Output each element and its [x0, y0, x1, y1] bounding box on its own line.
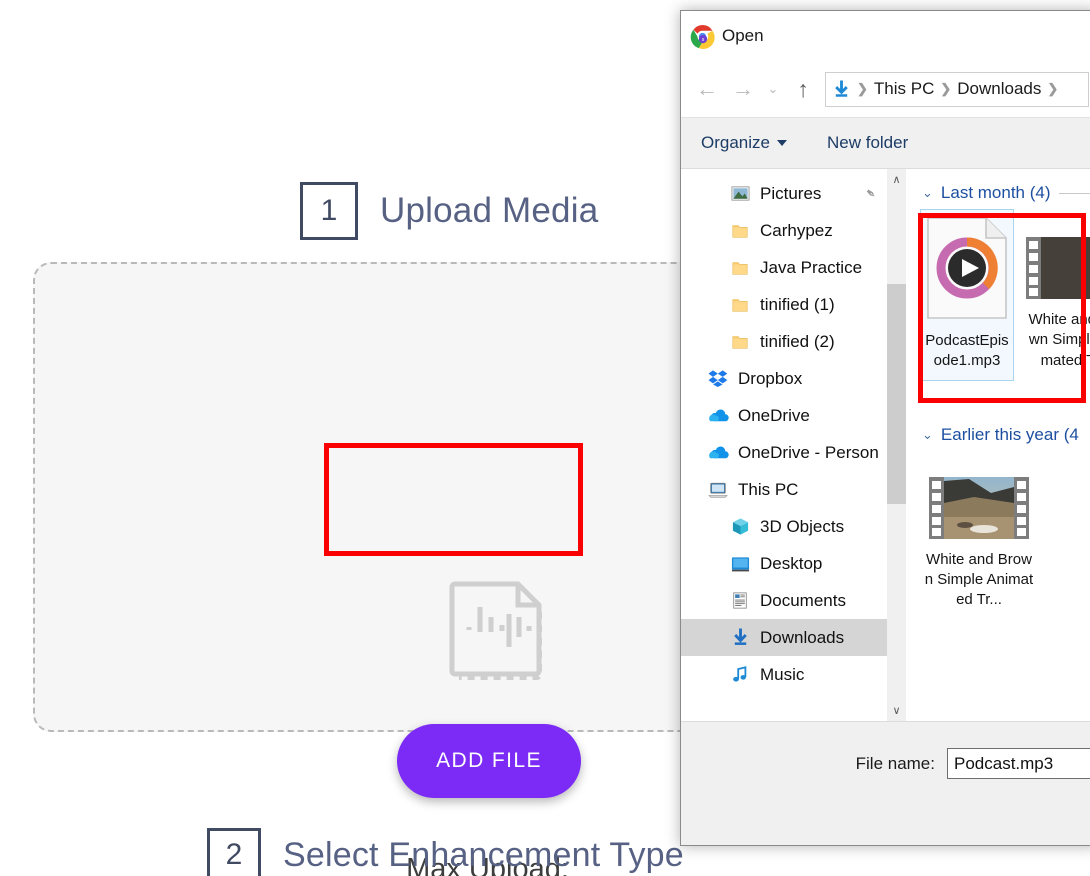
- file-name-label: White and Brown Simple Animated Tr...: [923, 550, 1035, 611]
- breadcrumb-separator: ❯: [857, 81, 868, 97]
- chevron-down-icon: [777, 140, 787, 146]
- file-name-label: File name:: [856, 754, 935, 774]
- dialog-title: Open: [722, 26, 764, 46]
- pin-icon[interactable]: ✒: [861, 184, 880, 203]
- audio-file-icon: [409, 552, 569, 687]
- scrollbar-thumb[interactable]: [887, 284, 906, 504]
- onedrive-icon: [707, 405, 729, 427]
- sidebar-item-desktop[interactable]: Desktop: [681, 545, 887, 582]
- chevron-down-icon: ⌄: [922, 185, 933, 201]
- sidebar-item-label: Downloads: [760, 628, 844, 648]
- folder-icon: [729, 294, 751, 316]
- navigation-pane[interactable]: Pictures ✒ Carhypez Java Practice tinified (…: [681, 169, 887, 721]
- annotation-box-add-file: [324, 443, 583, 556]
- file-grid-earlier: White and Brown Simple Animated Tr...: [916, 471, 1090, 619]
- dropbox-icon: [707, 368, 729, 390]
- scroll-down-icon[interactable]: ∨: [887, 700, 906, 721]
- add-file-button-wrap: ADD FILE: [397, 724, 581, 798]
- sidebar-item-label: Documents: [760, 591, 846, 611]
- file-name-input[interactable]: [947, 748, 1090, 779]
- sidebar-item-label: OneDrive - Person: [738, 443, 879, 463]
- sidebar-item-tinified-1[interactable]: tinified (1): [681, 286, 887, 323]
- sidebar-item-dropbox[interactable]: Dropbox: [681, 360, 887, 397]
- video-film-icon: [929, 477, 1029, 539]
- arrow-right-icon[interactable]: →: [725, 72, 761, 106]
- step-2-number: 2: [207, 828, 261, 876]
- sidebar-item-label: tinified (1): [760, 295, 835, 315]
- folder-icon: [729, 331, 751, 353]
- group-header-earlier-this-year[interactable]: ⌄ Earlier this year (4: [922, 425, 1090, 445]
- step-1-number: 1: [300, 182, 358, 240]
- scroll-up-icon[interactable]: ∧: [887, 169, 906, 190]
- documents-icon: [729, 590, 751, 612]
- sidebar-item-label: Music: [760, 665, 804, 685]
- sidebar-item-label: Desktop: [760, 554, 822, 574]
- step-2-title: Select Enhancement Type: [283, 836, 684, 875]
- step-1-header: 1 Upload Media: [300, 182, 598, 240]
- navigation-scrollbar[interactable]: ∧ ∨: [887, 169, 906, 721]
- breadcrumb-separator: ❯: [940, 81, 951, 97]
- group-header-label: Earlier this year (4: [941, 425, 1079, 445]
- dialog-toolbar: Organize New folder: [681, 117, 1090, 169]
- sidebar-item-label: Carhypez: [760, 221, 833, 241]
- sidebar-item-label: tinified (2): [760, 332, 835, 352]
- sidebar-item-this-pc[interactable]: This PC: [681, 471, 887, 508]
- chrome-icon: s: [690, 24, 715, 49]
- breadcrumb[interactable]: ❯ This PC ❯ Downloads ❯: [825, 72, 1089, 107]
- sidebar-item-documents[interactable]: Documents: [681, 582, 887, 619]
- sidebar-item-label: Java Practice: [760, 258, 862, 278]
- sidebar-item-carhypez[interactable]: Carhypez: [681, 212, 887, 249]
- group-header-last-month[interactable]: ⌄ Last month (4): [922, 183, 1090, 203]
- group-header-label: Last month (4): [941, 183, 1051, 203]
- sidebar-item-label: This PC: [738, 480, 798, 500]
- onedrive-icon: [707, 442, 729, 464]
- folder-icon: [729, 257, 751, 279]
- dialog-footer: File name:: [681, 721, 1090, 846]
- add-file-button[interactable]: ADD FILE: [397, 724, 581, 798]
- music-icon: [729, 664, 751, 686]
- sidebar-item-onedrive[interactable]: OneDrive: [681, 397, 887, 434]
- dialog-titlebar: s Open: [681, 11, 1090, 61]
- new-folder-button[interactable]: New folder: [827, 133, 908, 153]
- pictures-icon: [729, 183, 751, 205]
- group-divider: [1059, 193, 1090, 194]
- downloads-arrow-icon: [832, 80, 851, 99]
- dialog-navbar: ← → ⌄ ↑ ❯ This PC ❯ Downloads ❯: [681, 61, 1090, 117]
- folder-icon: [729, 220, 751, 242]
- sidebar-item-label: Pictures: [760, 184, 821, 204]
- arrow-left-icon[interactable]: ←: [689, 72, 725, 106]
- svg-text:s: s: [702, 37, 705, 43]
- sidebar-item-label: 3D Objects: [760, 517, 844, 537]
- chevron-down-icon[interactable]: ⌄: [761, 72, 785, 106]
- sidebar-item-onedrive-person[interactable]: OneDrive - Person: [681, 434, 887, 471]
- organize-label: Organize: [701, 133, 770, 153]
- 3d-objects-icon: [729, 516, 751, 538]
- sidebar-item-label: OneDrive: [738, 406, 810, 426]
- sidebar-item-label: Dropbox: [738, 369, 802, 389]
- sidebar-item-3d-objects[interactable]: 3D Objects: [681, 508, 887, 545]
- sidebar-item-tinified-2[interactable]: tinified (2): [681, 323, 887, 360]
- sidebar-item-pictures[interactable]: Pictures ✒: [681, 175, 887, 212]
- organize-button[interactable]: Organize: [701, 133, 787, 153]
- upload-media-app: 1 Upload Media: [0, 0, 690, 876]
- annotation-box-selected-file: [918, 213, 1086, 403]
- open-file-dialog: s Open ← → ⌄ ↑ ❯ This PC ❯ Downloads ❯: [680, 10, 1090, 846]
- sidebar-item-music[interactable]: Music: [681, 656, 887, 693]
- breadcrumb-item-downloads[interactable]: Downloads: [957, 79, 1041, 99]
- file-name-row: File name:: [681, 748, 1090, 779]
- step-2-header: 2 Select Enhancement Type: [207, 828, 684, 876]
- this-pc-icon: [707, 479, 729, 501]
- downloads-icon: [729, 627, 751, 649]
- file-item-animated-tr[interactable]: White and Brown Simple Animated Tr...: [920, 471, 1038, 619]
- sidebar-item-downloads[interactable]: Downloads: [681, 619, 887, 656]
- step-1-title: Upload Media: [380, 191, 598, 231]
- desktop-icon: [729, 553, 751, 575]
- sidebar-item-java-practice[interactable]: Java Practice: [681, 249, 887, 286]
- breadcrumb-item-this-pc[interactable]: This PC: [874, 79, 934, 99]
- arrow-up-icon[interactable]: ↑: [785, 72, 821, 106]
- breadcrumb-separator: ❯: [1047, 81, 1058, 97]
- chevron-down-icon: ⌄: [922, 427, 933, 443]
